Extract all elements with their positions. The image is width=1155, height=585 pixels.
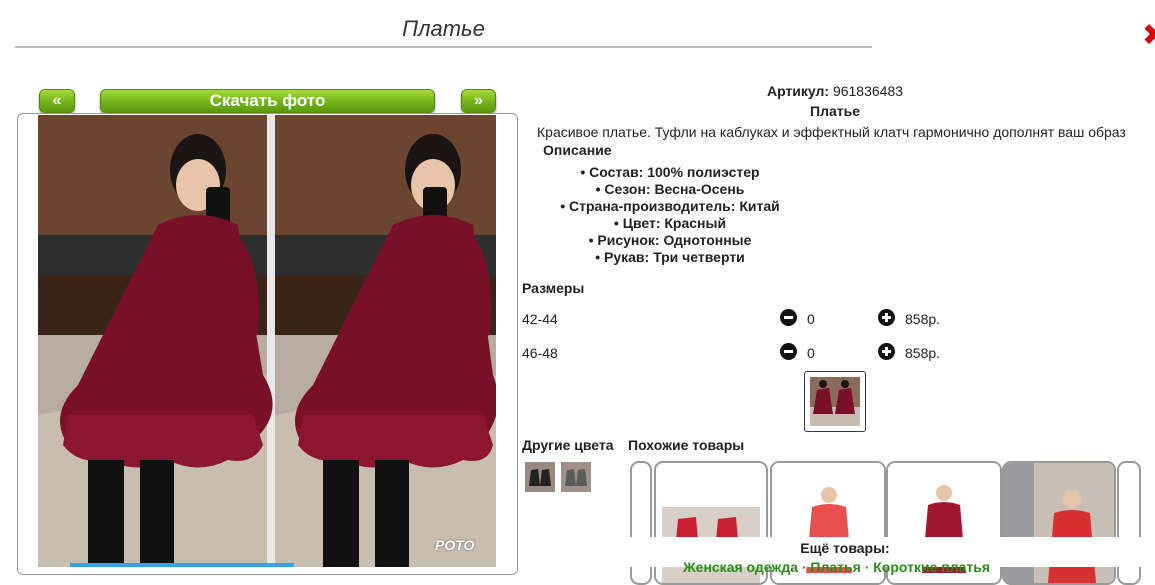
product-description: Красивое платье. Туфли на каблуках и эфф… (537, 124, 1126, 140)
attribute-item: • Сезон: Весна-Осень (595, 181, 745, 197)
article-value: 961836483 (832, 83, 904, 99)
page-title: Платье (402, 16, 485, 41)
prev-photo-button[interactable]: « (39, 89, 75, 113)
photo-watermark: POTO (435, 537, 475, 553)
selected-photo-thumbnail[interactable] (804, 371, 866, 432)
size-quantity: 0 (807, 311, 815, 327)
size-price: 858р. (905, 311, 941, 327)
next-photo-button[interactable]: » (461, 89, 496, 113)
article-line: Артикул: 961836483 (700, 83, 970, 99)
color-variant-thumbnail[interactable] (525, 462, 555, 492)
size-label: 46-48 (522, 345, 558, 361)
attribute-item: • Рисунок: Однотонные (588, 232, 752, 248)
more-products-links[interactable]: Женская одежда · Платья · Короткие плать… (683, 559, 990, 575)
size-quantity: 0 (807, 345, 815, 361)
description-heading: Описание (543, 142, 612, 158)
product-name: Платье (810, 103, 860, 119)
article-label: Артикул: (766, 83, 830, 99)
minus-icon[interactable] (780, 309, 797, 326)
size-price: 858р. (905, 345, 941, 361)
minus-icon[interactable] (780, 343, 797, 360)
attribute-item: • Цвет: Красный (613, 215, 727, 231)
size-label: 42-44 (522, 311, 558, 327)
more-products-heading: Ещё товары: (725, 540, 965, 556)
product-photo[interactable] (38, 115, 496, 567)
plus-icon[interactable] (878, 343, 895, 360)
photo-scroll-indicator[interactable] (70, 563, 294, 567)
similar-products-heading: Похожие товары (628, 437, 745, 453)
other-colors-heading: Другие цвета (522, 437, 614, 453)
attribute-item: • Страна-производитель: Китай (560, 198, 780, 214)
close-icon[interactable]: ✖ (1138, 22, 1155, 50)
attribute-list: • Состав: 100% полиэстер • Сезон: Весна-… (520, 164, 820, 266)
size-row: 46-48 0 858р. (522, 343, 962, 363)
sizes-heading: Размеры (522, 280, 585, 296)
attribute-item: • Состав: 100% полиэстер (580, 164, 760, 180)
size-row: 42-44 0 858р. (522, 309, 962, 329)
download-photo-button[interactable]: Скачать фото (100, 89, 435, 113)
color-variant-thumbnail[interactable] (561, 462, 591, 492)
title-divider (15, 46, 872, 48)
attribute-item: • Рукав: Три четверти (595, 249, 745, 265)
plus-icon[interactable] (878, 309, 895, 326)
